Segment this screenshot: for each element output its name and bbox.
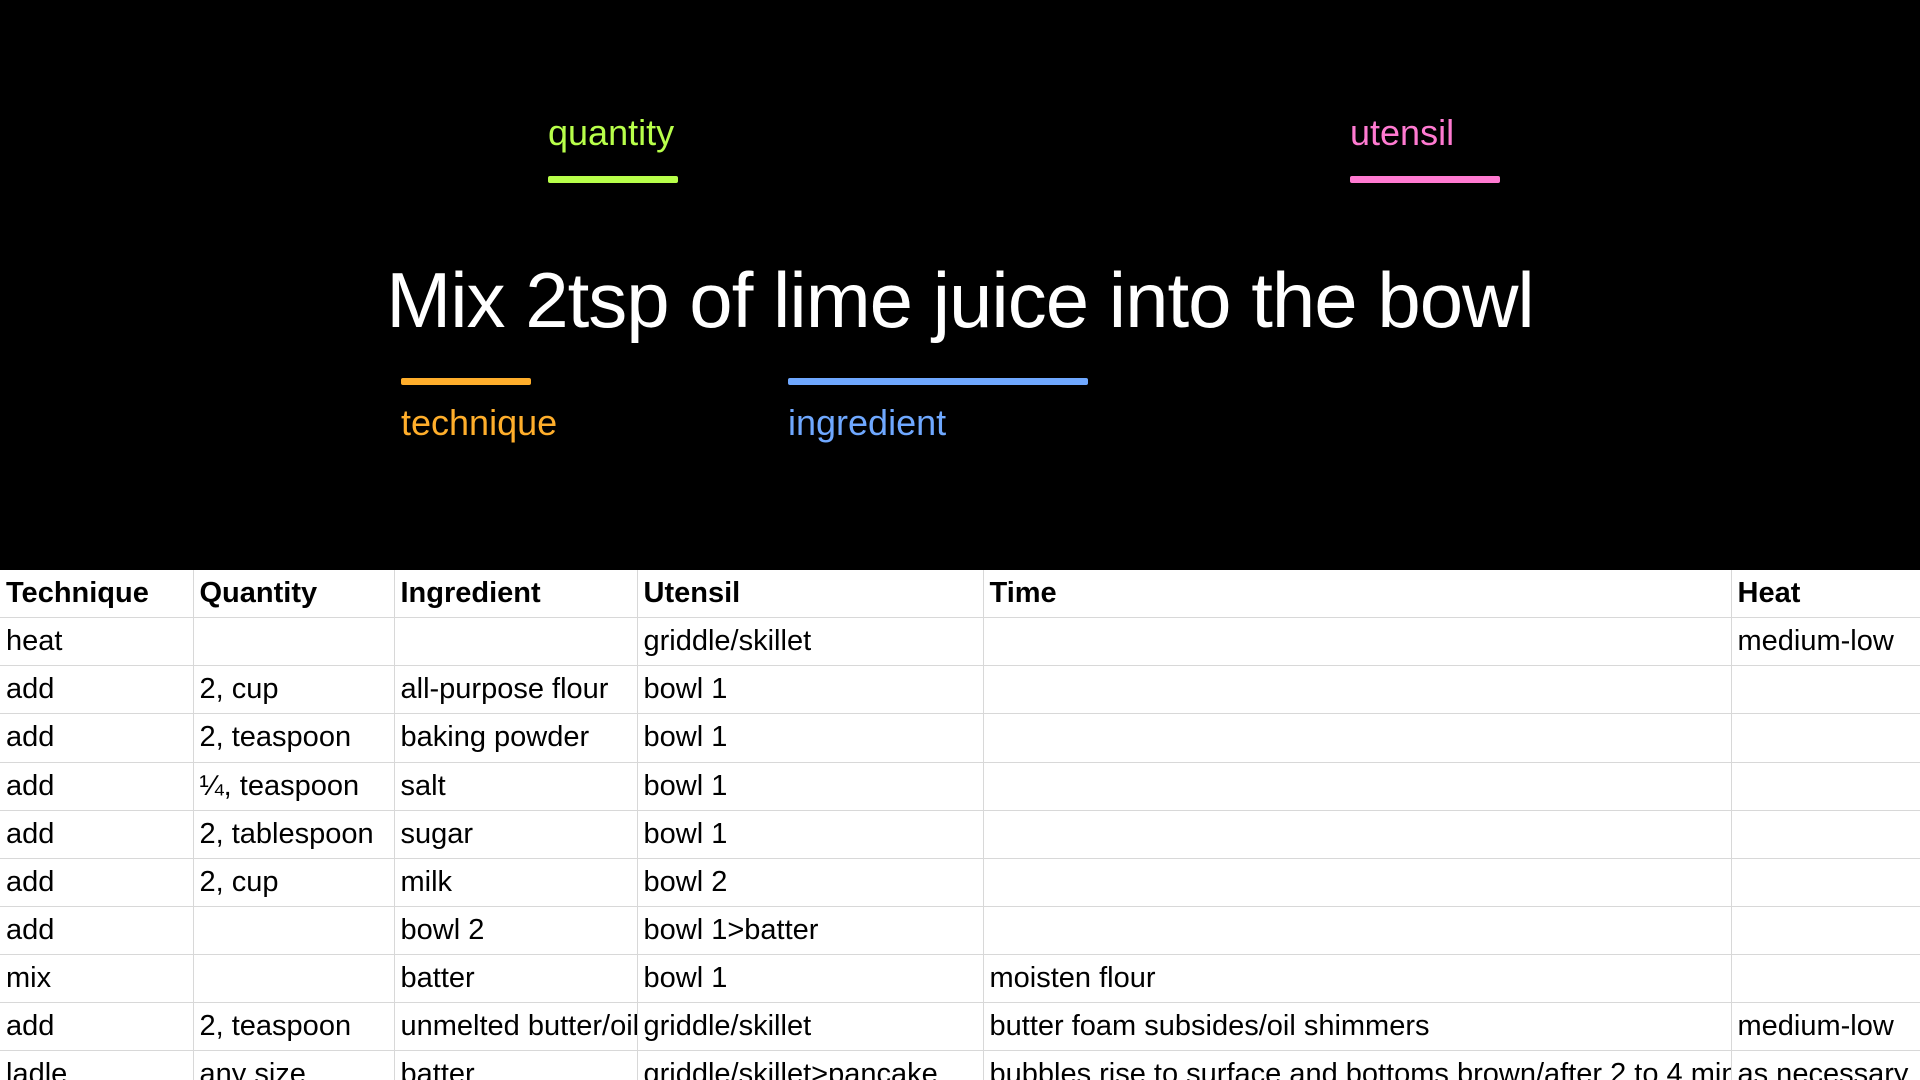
cell-quantity: 2, cup — [193, 858, 394, 906]
table-row: add2, teaspoonunmelted butter/oilgriddle… — [0, 1003, 1920, 1051]
cell-heat — [1731, 810, 1920, 858]
annotation-underline-quantity — [548, 176, 678, 183]
cell-ingredient — [394, 618, 637, 666]
cell-technique: add — [0, 666, 193, 714]
col-header-utensil: Utensil — [637, 570, 983, 618]
cell-utensil: bowl 1>batter — [637, 906, 983, 954]
cell-heat — [1731, 955, 1920, 1003]
annotation-label-technique: technique — [401, 405, 557, 441]
table-row: add2, cupmilkbowl 2 — [0, 858, 1920, 906]
cell-ingredient: batter — [394, 955, 637, 1003]
table-row: ladleany sizebattergriddle/skillet>panca… — [0, 1051, 1920, 1080]
cell-utensil: bowl 1 — [637, 810, 983, 858]
cell-heat: medium-low — [1731, 1003, 1920, 1051]
cell-quantity — [193, 955, 394, 1003]
recipe-steps-table: Technique Quantity Ingredient Utensil Ti… — [0, 570, 1920, 1080]
cell-time — [983, 762, 1731, 810]
annotation-label-ingredient: ingredient — [788, 405, 946, 441]
cell-time — [983, 810, 1731, 858]
cell-time — [983, 858, 1731, 906]
cell-quantity: 2, cup — [193, 666, 394, 714]
cell-utensil: bowl 1 — [637, 666, 983, 714]
cell-time — [983, 906, 1731, 954]
cell-time: butter foam subsides/oil shimmers — [983, 1003, 1731, 1051]
cell-technique: add — [0, 762, 193, 810]
cell-ingredient: milk — [394, 858, 637, 906]
cell-technique: ladle — [0, 1051, 193, 1080]
cell-time: moisten flour — [983, 955, 1731, 1003]
cell-heat — [1731, 714, 1920, 762]
cell-ingredient: baking powder — [394, 714, 637, 762]
cell-quantity: any size — [193, 1051, 394, 1080]
annotation-underline-utensil — [1350, 176, 1500, 183]
cell-heat: as necessary — [1731, 1051, 1920, 1080]
cell-heat — [1731, 858, 1920, 906]
cell-quantity: 2, teaspoon — [193, 714, 394, 762]
table-row: add2, cupall-purpose flourbowl 1 — [0, 666, 1920, 714]
cell-ingredient: bowl 2 — [394, 906, 637, 954]
example-sentence: Mix 2tsp of lime juice into the bowl — [386, 255, 1534, 346]
cell-utensil: griddle/skillet — [637, 618, 983, 666]
cell-ingredient: batter — [394, 1051, 637, 1080]
table-row: heat griddle/skillet medium-low — [0, 618, 1920, 666]
cell-ingredient: all-purpose flour — [394, 666, 637, 714]
annotation-label-utensil: utensil — [1350, 115, 1454, 151]
cell-time — [983, 714, 1731, 762]
cell-quantity: 2, tablespoon — [193, 810, 394, 858]
recipe-steps-table-wrap: Technique Quantity Ingredient Utensil Ti… — [0, 570, 1920, 1080]
annotated-sentence-hero: quantity utensil technique ingredient Mi… — [0, 0, 1920, 570]
cell-technique: add — [0, 858, 193, 906]
cell-heat — [1731, 666, 1920, 714]
col-header-ingredient: Ingredient — [394, 570, 637, 618]
cell-technique: mix — [0, 955, 193, 1003]
cell-time — [983, 666, 1731, 714]
table-row: add2, tablespoonsugarbowl 1 — [0, 810, 1920, 858]
col-header-heat: Heat — [1731, 570, 1920, 618]
table-row: add bowl 2bowl 1>batter — [0, 906, 1920, 954]
cell-utensil: bowl 1 — [637, 714, 983, 762]
annotation-underline-technique — [401, 378, 531, 385]
col-header-time: Time — [983, 570, 1731, 618]
cell-technique: add — [0, 906, 193, 954]
col-header-technique: Technique — [0, 570, 193, 618]
table-row: add¼, teaspoonsaltbowl 1 — [0, 762, 1920, 810]
cell-utensil: bowl 1 — [637, 762, 983, 810]
cell-utensil: bowl 1 — [637, 955, 983, 1003]
cell-ingredient: salt — [394, 762, 637, 810]
cell-technique: heat — [0, 618, 193, 666]
cell-ingredient: unmelted butter/oil — [394, 1003, 637, 1051]
table-row: add2, teaspoonbaking powderbowl 1 — [0, 714, 1920, 762]
cell-quantity: 2, teaspoon — [193, 1003, 394, 1051]
cell-heat: medium-low — [1731, 618, 1920, 666]
cell-technique: add — [0, 1003, 193, 1051]
cell-quantity — [193, 618, 394, 666]
cell-time: bubbles rise to surface and bottoms brow… — [983, 1051, 1731, 1080]
annotation-label-quantity: quantity — [548, 115, 674, 151]
cell-utensil: griddle/skillet — [637, 1003, 983, 1051]
table-row: mix batterbowl 1moisten flour — [0, 955, 1920, 1003]
annotation-underline-ingredient — [788, 378, 1088, 385]
cell-heat — [1731, 906, 1920, 954]
col-header-quantity: Quantity — [193, 570, 394, 618]
cell-technique: add — [0, 714, 193, 762]
cell-heat — [1731, 762, 1920, 810]
cell-ingredient: sugar — [394, 810, 637, 858]
cell-utensil: griddle/skillet>pancake — [637, 1051, 983, 1080]
cell-quantity — [193, 906, 394, 954]
cell-technique: add — [0, 810, 193, 858]
cell-utensil: bowl 2 — [637, 858, 983, 906]
table-header-row: Technique Quantity Ingredient Utensil Ti… — [0, 570, 1920, 618]
cell-quantity: ¼, teaspoon — [193, 762, 394, 810]
cell-time — [983, 618, 1731, 666]
